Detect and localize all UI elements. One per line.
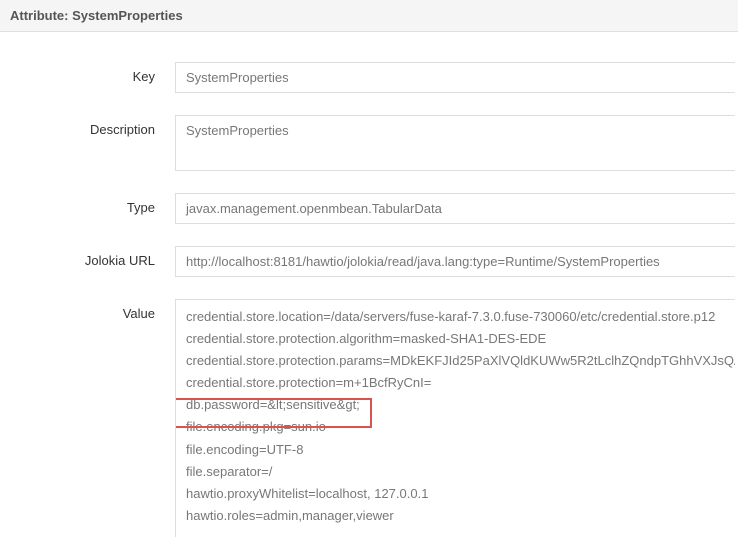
label-value: Value — [0, 299, 175, 537]
label-jolokia-url: Jolokia URL — [0, 246, 175, 277]
value-line: file.separator=/ — [186, 461, 725, 483]
value-line: hawtio.roles=admin,manager,viewer — [186, 505, 725, 527]
row-jolokia-url: Jolokia URL http://localhost:8181/hawtio… — [0, 246, 738, 277]
value-line: credential.store.protection=m+1BcfRyCnI= — [186, 372, 725, 394]
value-line: file.encoding.pkg=sun.io — [186, 416, 725, 438]
value-line: hawtio.proxyWhitelist=localhost, 127.0.0… — [186, 483, 725, 505]
form-content: Key SystemProperties Description SystemP… — [0, 32, 738, 537]
row-value: Value credential.store.location=/data/se… — [0, 299, 738, 537]
value-line: db.password=&lt;sensitive&gt; — [186, 394, 725, 416]
row-key: Key SystemProperties — [0, 62, 738, 93]
row-type: Type javax.management.openmbean.TabularD… — [0, 193, 738, 224]
label-key: Key — [0, 62, 175, 93]
label-type: Type — [0, 193, 175, 224]
field-value[interactable]: credential.store.location=/data/servers/… — [175, 299, 735, 537]
value-line: credential.store.protection.params=MDkEK… — [186, 350, 725, 372]
row-description: Description SystemProperties — [0, 115, 738, 171]
field-key[interactable]: SystemProperties — [175, 62, 735, 93]
field-jolokia-url[interactable]: http://localhost:8181/hawtio/jolokia/rea… — [175, 246, 735, 277]
field-type: javax.management.openmbean.TabularData — [175, 193, 735, 224]
value-line: credential.store.location=/data/servers/… — [186, 306, 725, 328]
attribute-header: Attribute: SystemProperties — [0, 0, 738, 32]
field-description: SystemProperties — [175, 115, 735, 171]
value-line: file.encoding=UTF-8 — [186, 439, 725, 461]
header-title: SystemProperties — [72, 8, 183, 23]
value-line: credential.store.protection.algorithm=ma… — [186, 328, 725, 350]
label-description: Description — [0, 115, 175, 171]
header-prefix: Attribute: — [10, 8, 69, 23]
